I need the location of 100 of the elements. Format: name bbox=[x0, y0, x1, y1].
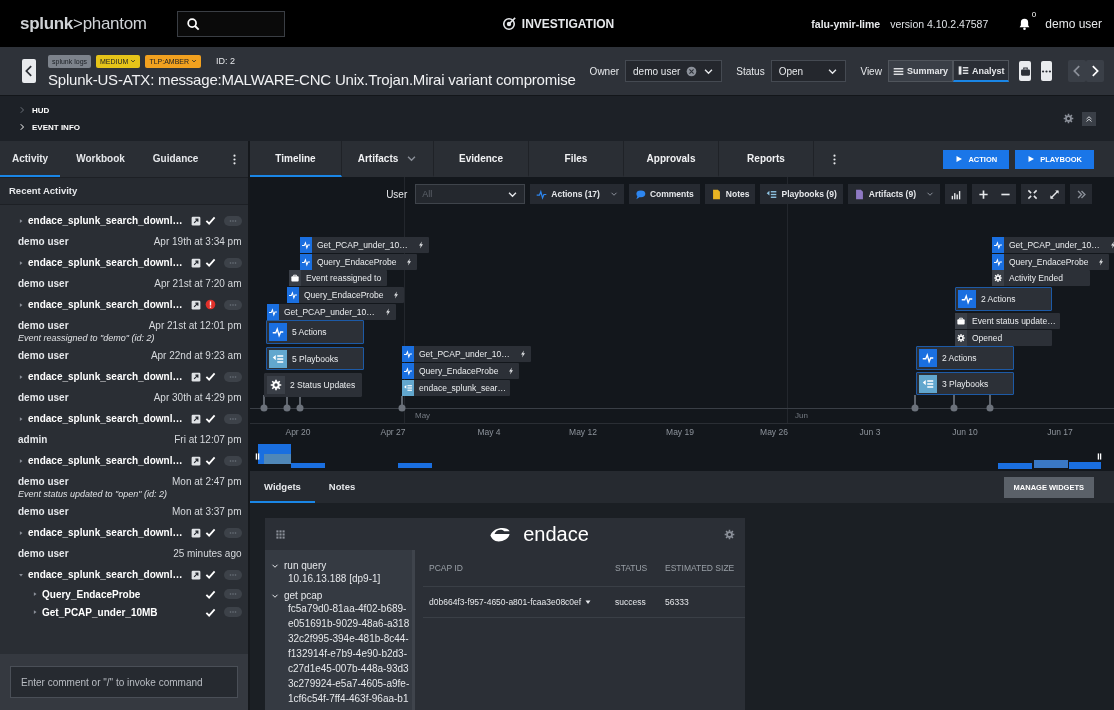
tree-node[interactable]: get pcap bbox=[271, 588, 412, 603]
status-node[interactable]: Opened bbox=[955, 330, 1052, 346]
histogram-button[interactable] bbox=[945, 184, 967, 204]
tree-leaf[interactable]: 10.16.13.188 [dp9-1] bbox=[271, 573, 412, 588]
drag-grid-icon bbox=[275, 528, 286, 540]
next-button[interactable] bbox=[1086, 60, 1104, 82]
back-button[interactable] bbox=[22, 59, 36, 83]
filter-button[interactable]: Comments bbox=[628, 184, 700, 204]
status-group-node[interactable]: 2 Status Updates bbox=[264, 373, 363, 397]
action-node[interactable]: Get_PCAP_under_10… bbox=[402, 346, 531, 362]
action-node[interactable]: Query_EndaceProbe bbox=[287, 287, 405, 303]
caret-icon bbox=[130, 58, 137, 64]
section-toggle[interactable]: HUD bbox=[18, 105, 80, 115]
panel-tab[interactable]: Notes bbox=[314, 471, 370, 503]
pulse-icon bbox=[992, 237, 1004, 253]
check-icon bbox=[204, 606, 216, 618]
timestamp: 25 minutes ago bbox=[173, 548, 242, 559]
action-node[interactable]: Query_EndaceProbe bbox=[402, 363, 520, 379]
status-label: Status bbox=[736, 65, 765, 77]
playbook-run-link[interactable]: endace_splunk_search_downl… bbox=[28, 527, 183, 538]
playbook-run-link[interactable]: endace_splunk_search_downl… bbox=[28, 215, 183, 226]
action-node[interactable]: Query_EndaceProbe bbox=[992, 254, 1110, 270]
expand-caret-icon bbox=[18, 217, 24, 224]
playbook-icon bbox=[269, 349, 287, 368]
user-filter-label: User bbox=[386, 188, 408, 200]
timestamp: Apr 21st at 7:20 am bbox=[154, 278, 242, 289]
panel-tab[interactable]: Workbook bbox=[64, 141, 137, 177]
previous-button[interactable] bbox=[1068, 60, 1086, 82]
playbook-run-link[interactable]: endace_splunk_search_downl… bbox=[28, 371, 183, 382]
view-toggle[interactable]: Analyst bbox=[952, 60, 1010, 82]
pcap-id-dropdown[interactable]: d0b664f3-f957-4650-a801-fcaa3e08c0ef bbox=[423, 597, 615, 607]
filter-button[interactable]: Notes bbox=[704, 184, 756, 204]
panel-tab[interactable]: Guidance bbox=[140, 141, 211, 177]
app-logo[interactable]: splunk>phantom bbox=[20, 13, 147, 34]
action-node[interactable]: Query_EndaceProbe bbox=[300, 254, 418, 270]
user-menu[interactable]: demo user bbox=[1045, 16, 1102, 31]
action-group-node[interactable]: 2 Actions bbox=[955, 287, 1052, 311]
playbook-run-link[interactable]: endace_splunk_search_downl… bbox=[28, 299, 183, 310]
settings-icon bbox=[1063, 113, 1074, 124]
tree-node[interactable]: run query bbox=[271, 558, 412, 573]
action-node[interactable]: Get_PCAP_under_10… bbox=[300, 237, 429, 253]
event-pin bbox=[296, 395, 304, 412]
action-node[interactable]: Get_PCAP_under_10… bbox=[992, 237, 1114, 253]
playbook-run-link[interactable]: endace_splunk_search_downl… bbox=[28, 257, 183, 268]
tree-leaf[interactable]: e051691b-9029-48a6-a318 bbox=[271, 618, 412, 633]
tree-leaf[interactable]: fc5a79d0-81aa-4f02-b689- bbox=[271, 603, 412, 618]
owner-label: Owner bbox=[589, 65, 620, 77]
status-node[interactable]: Activity Ended bbox=[992, 270, 1090, 286]
playbook-run-link[interactable]: endace_splunk_search_downl… bbox=[28, 569, 183, 580]
owner-select[interactable]: demo user bbox=[625, 60, 723, 82]
column-header: PCAP ID bbox=[428, 563, 464, 573]
error-icon bbox=[204, 299, 216, 310]
collapse-button[interactable] bbox=[1082, 111, 1096, 126]
filter-button[interactable]: Artifacts (9) bbox=[847, 184, 940, 204]
event-node[interactable]: Event status update… bbox=[955, 313, 1060, 329]
tree-leaf[interactable]: c27d1e45-007b-448a-93d3 bbox=[271, 663, 412, 678]
briefcase-button[interactable] bbox=[1019, 61, 1031, 81]
playbook-group-node[interactable]: 3 Playbooks bbox=[916, 372, 1014, 395]
search-field[interactable] bbox=[176, 10, 285, 37]
filter-button[interactable]: Playbooks (9) bbox=[760, 184, 843, 204]
check-icon bbox=[204, 215, 216, 226]
range-handle[interactable] bbox=[254, 451, 261, 462]
play-icon bbox=[955, 155, 964, 163]
playbook-run-link[interactable]: endace_splunk_search_downl… bbox=[28, 413, 183, 424]
check-icon bbox=[204, 455, 216, 466]
open-link-icon bbox=[190, 527, 201, 538]
action-group-node[interactable]: 2 Actions bbox=[916, 346, 1014, 370]
tree-leaf[interactable]: 1cf6c54f-7ff4-463f-96aa-b1 bbox=[271, 693, 412, 708]
expand-caret-icon bbox=[18, 571, 24, 578]
status-select[interactable]: Open bbox=[770, 60, 847, 82]
pulse-icon bbox=[958, 290, 976, 308]
action-run-link[interactable]: Get_PCAP_under_10MB bbox=[42, 606, 158, 618]
event-pin bbox=[950, 395, 958, 412]
action-run-link[interactable]: Query_EndaceProbe bbox=[42, 588, 141, 600]
timestamp: Mon at 2:47 pm bbox=[172, 476, 242, 487]
playbook-node[interactable]: endace_splunk_sear… bbox=[402, 380, 510, 396]
playbook-run-link[interactable]: endace_splunk_search_downl… bbox=[28, 455, 183, 466]
view-toggle[interactable]: Summary bbox=[887, 60, 953, 82]
more-icon bbox=[228, 590, 237, 598]
action-node[interactable]: Get_PCAP_under_10… bbox=[267, 304, 396, 320]
comment-field[interactable]: Enter comment or "/" to invoke command bbox=[10, 666, 238, 698]
date-label: Jun 10 bbox=[951, 427, 979, 437]
user-name: demo user bbox=[18, 476, 69, 487]
filter-button[interactable]: Actions (17) bbox=[530, 184, 624, 204]
pulse-icon bbox=[402, 346, 414, 362]
tree-leaf[interactable]: 32c2f995-394e-481b-8c44- bbox=[271, 633, 412, 648]
action-group-node[interactable]: 5 Actions bbox=[266, 320, 364, 344]
event-pin bbox=[398, 396, 406, 412]
event-node[interactable]: Event reassigned to bbox=[289, 270, 387, 286]
section-toggle[interactable]: EVENT INFO bbox=[18, 122, 80, 132]
range-handle[interactable] bbox=[1096, 451, 1103, 462]
tree-leaf[interactable]: f132914f-e7b9-4e90-b2d3- bbox=[271, 648, 412, 663]
event-title: Splunk-US-ATX: message:MALWARE-CNC Unix.Trojan.Mirai variant compromise bbox=[48, 70, 576, 88]
caret-icon bbox=[609, 190, 618, 198]
check-icon bbox=[204, 527, 216, 538]
tree-leaf[interactable]: 3c279924-e5a7-4605-a9fe- bbox=[271, 678, 412, 693]
playbook-group-node[interactable]: 5 Playbooks bbox=[266, 347, 364, 370]
expand-caret-icon bbox=[32, 591, 38, 597]
user-name: demo user bbox=[18, 350, 69, 361]
more-button[interactable] bbox=[1040, 61, 1052, 81]
